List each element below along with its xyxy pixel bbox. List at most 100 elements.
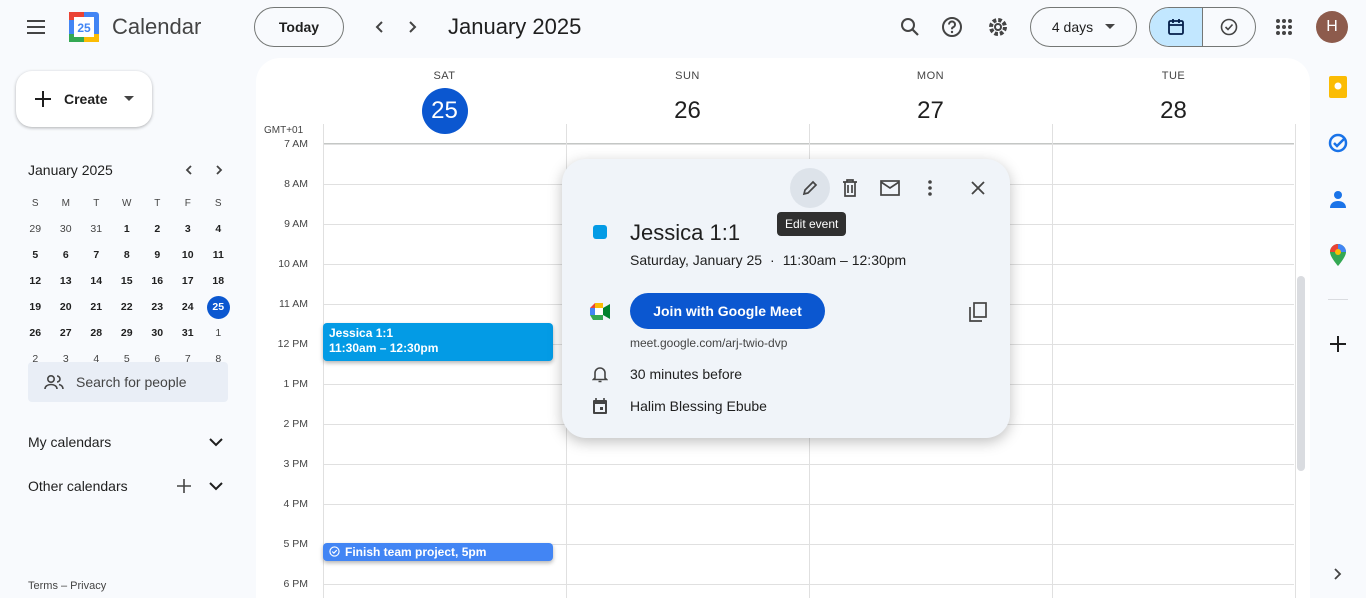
mini-day-today[interactable]: 25 [206,295,230,319]
edit-event-button[interactable] [790,168,830,208]
keep-app-button[interactable] [1326,75,1350,99]
mini-day[interactable]: 30 [142,320,173,346]
more-options-button[interactable] [910,168,950,208]
day-number[interactable]: 25 [421,88,468,134]
get-addons-button[interactable] [1326,332,1350,356]
add-other-calendar-button[interactable] [174,476,194,496]
mini-day[interactable]: 6 [51,242,82,268]
search-button[interactable] [890,7,930,47]
google-apps-button[interactable] [1264,7,1304,47]
maps-app-button[interactable] [1326,243,1350,267]
copy-meet-link-button[interactable] [958,292,998,332]
previous-period-button[interactable] [366,13,394,41]
weekday-header: M [61,197,70,209]
contacts-app-button[interactable] [1326,187,1350,211]
my-calendars-label[interactable]: My calendars [28,434,111,450]
bell-icon [591,365,609,388]
event-details-popup: Edit event Jessica 1:1 Saturday, January… [562,159,1010,438]
hour-label: 4 PM [283,498,308,510]
mini-day[interactable]: 5 [20,242,51,268]
mini-day[interactable]: 30 [51,216,82,242]
my-calendars-toggle[interactable] [206,432,226,452]
mini-day[interactable]: 21 [81,294,112,320]
show-side-panel-button[interactable] [1326,562,1350,586]
mini-day[interactable]: 29 [112,320,143,346]
mini-day[interactable]: 15 [112,268,143,294]
mini-day[interactable]: 31 [81,216,112,242]
mini-day[interactable]: 3 [173,216,204,242]
chevron-down-icon [209,481,223,490]
task-finish-team-project[interactable]: Finish team project, 5pm [323,543,553,561]
day-header-mon[interactable]: MON 27 [809,58,1052,134]
mini-day[interactable]: 7 [81,242,112,268]
mini-day[interactable]: 23 [142,294,173,320]
mini-day[interactable]: 28 [81,320,112,346]
reminder-text: 30 minutes before [630,366,743,382]
day-number[interactable]: 26 [665,88,711,134]
day-header-sun[interactable]: SUN 26 [566,58,809,134]
next-period-button[interactable] [398,13,426,41]
event-jessica-1-1[interactable]: Jessica 1:1 11:30am – 12:30pm [323,323,553,361]
mini-day[interactable]: 1 [112,216,143,242]
avatar[interactable]: H [1316,11,1348,43]
mini-day[interactable]: 31 [173,320,204,346]
mini-calendar-grid: S M T W T F S 29 30 31 1 2 3 4 5 6 7 8 9 10 11 12 13 14 15 16 17 18… [20,190,230,372]
mini-prev-month-button[interactable] [179,160,199,180]
other-calendars-toggle[interactable] [206,476,226,496]
mini-day[interactable]: 27 [51,320,82,346]
event-date: Saturday, January 25 [630,252,763,268]
main-menu-button[interactable] [16,7,56,47]
mini-day[interactable]: 10 [173,242,204,268]
weekday-header: W [122,197,132,209]
calendar-view-toggle[interactable] [1150,8,1203,46]
caret-down-icon [1105,24,1116,29]
email-guests-button[interactable] [870,168,910,208]
plus-icon [35,91,51,107]
delete-event-button[interactable] [830,168,870,208]
create-button[interactable]: Create [16,71,152,127]
tasks-app-button[interactable] [1326,131,1350,155]
mini-calendar-title: January 2025 [28,162,113,178]
mini-day[interactable]: 13 [51,268,82,294]
join-google-meet-button[interactable]: Join with Google Meet [630,293,825,329]
meet-link[interactable]: meet.google.com/arj-twio-dvp [630,336,787,350]
mini-day[interactable]: 19 [20,294,51,320]
day-header-tue[interactable]: TUE 28 [1052,58,1295,134]
mini-next-month-button[interactable] [209,160,229,180]
mini-day[interactable]: 26 [20,320,51,346]
mini-day[interactable]: 9 [142,242,173,268]
terms-privacy-links[interactable]: Terms – Privacy [28,580,106,592]
tasks-view-toggle[interactable] [1203,8,1255,46]
mini-day[interactable]: 24 [173,294,204,320]
mini-day[interactable]: 17 [173,268,204,294]
event-title: Jessica 1:1 [329,326,394,340]
day-header-sat[interactable]: SAT 25 [323,58,566,134]
mini-day[interactable]: 12 [20,268,51,294]
mini-day[interactable]: 2 [142,216,173,242]
day-number[interactable]: 28 [1151,88,1197,134]
mini-day[interactable]: 11 [203,242,234,268]
mini-day[interactable]: 8 [112,242,143,268]
chevron-right-icon [1334,568,1342,580]
close-popup-button[interactable] [958,168,998,208]
grid-scrollbar[interactable] [1297,276,1305,471]
mini-day[interactable]: 16 [142,268,173,294]
help-button[interactable] [932,7,972,47]
app-name: Calendar [112,14,202,39]
event-title: Jessica 1:1 [630,220,741,245]
mini-day[interactable]: 18 [203,268,234,294]
mini-day[interactable]: 20 [51,294,82,320]
mini-day[interactable]: 4 [203,216,234,242]
day-number[interactable]: 27 [908,88,954,134]
other-calendars-label[interactable]: Other calendars [28,478,128,494]
mini-day[interactable]: 1 [203,320,234,346]
event-time: 11:30am – 12:30pm [782,252,907,268]
today-button[interactable]: Today [254,7,344,47]
search-people-input[interactable]: Search for people [28,362,228,402]
mini-day[interactable]: 14 [81,268,112,294]
weekday-header: T [154,197,161,209]
settings-button[interactable] [978,7,1018,47]
view-selector[interactable]: 4 days [1030,7,1137,47]
mini-day[interactable]: 29 [20,216,51,242]
mini-day[interactable]: 22 [112,294,143,320]
